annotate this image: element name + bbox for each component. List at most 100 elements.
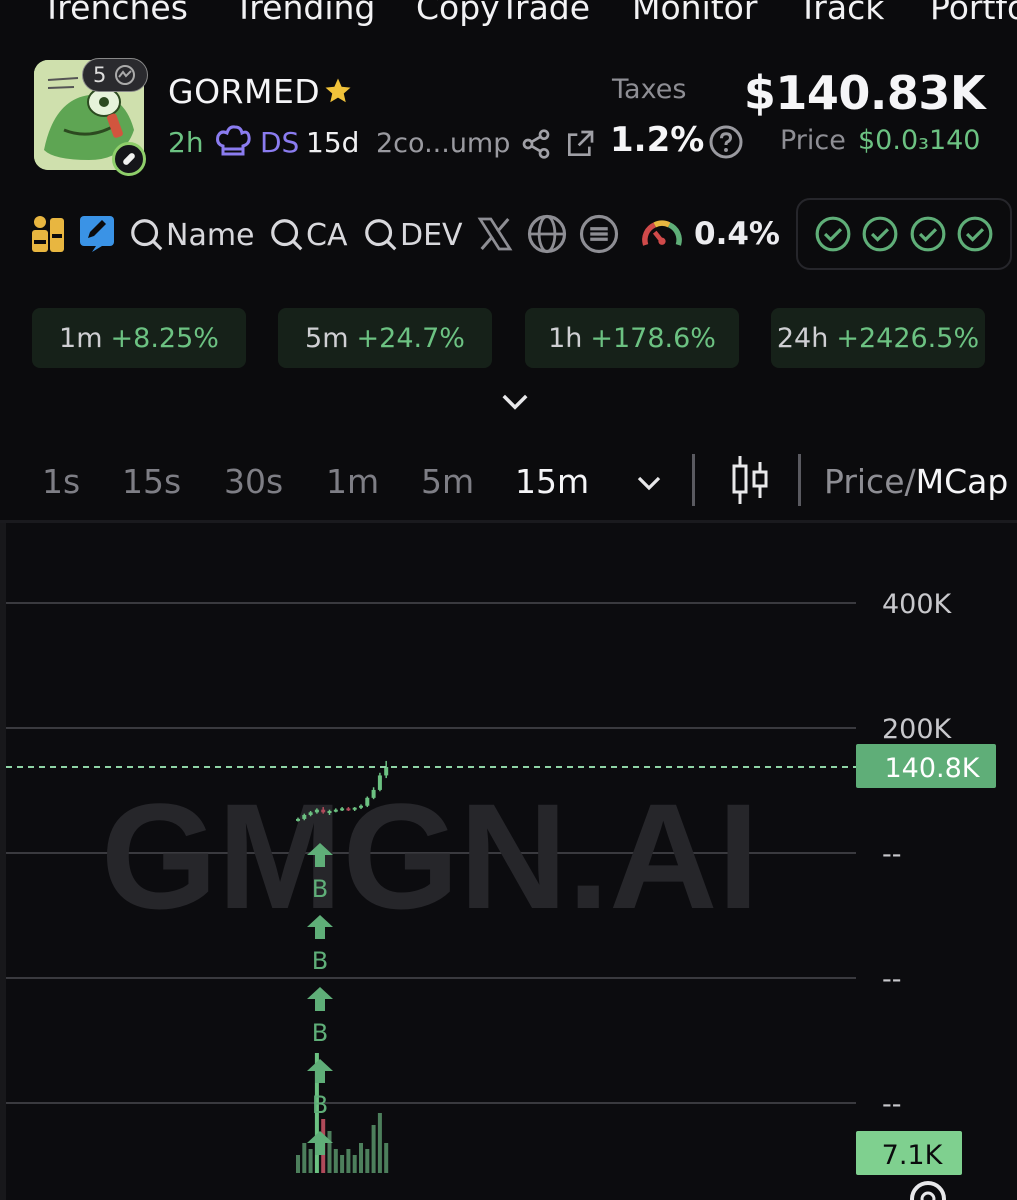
favorite-star-icon[interactable] — [322, 76, 354, 106]
volume-bar — [352, 1155, 357, 1173]
buy-marker-label: B — [312, 1091, 328, 1119]
pill-icon — [123, 153, 135, 165]
nav-portfolio[interactable]: Portfo — [930, 0, 1017, 27]
holders-icon[interactable] — [30, 214, 66, 254]
change-value: +24.7% — [356, 322, 465, 354]
search-dev-button[interactable]: DEV — [362, 214, 463, 256]
top-nav: Trenches Trending CopyTrade Monitor Trac… — [0, 0, 1017, 40]
candle-body — [352, 807, 357, 810]
nav-trending[interactable]: Trending — [234, 0, 375, 27]
volume-bar — [377, 1113, 382, 1173]
buy-marker-label: B — [312, 1019, 328, 1047]
change-card-1h[interactable]: 1h +178.6% — [525, 308, 739, 368]
search-ca-button[interactable]: CA — [268, 214, 347, 256]
price-mcap-toggle[interactable]: Price/MCap — [824, 462, 1008, 501]
volume-value-label: 7.1K — [882, 1140, 944, 1171]
edit-note-icon[interactable] — [78, 214, 116, 254]
search-ca-label: CA — [306, 217, 348, 253]
buy-marker-label: B — [312, 875, 328, 903]
chart-left-edge — [0, 523, 6, 1200]
volume-bar — [340, 1155, 345, 1173]
ds-label: DS — [260, 126, 300, 159]
candle-body — [302, 814, 307, 819]
check-circle-icon — [910, 216, 946, 252]
change-period: 1h — [548, 322, 583, 354]
check-circle-icon — [815, 216, 851, 252]
change-period: 24h — [776, 322, 829, 354]
change-value: +8.25% — [110, 322, 219, 354]
nav-copytrade[interactable]: CopyTrade — [416, 0, 590, 27]
candle-body — [359, 805, 363, 808]
buy-marker-label: B — [312, 947, 328, 975]
candle-body — [333, 809, 338, 812]
search-icon — [271, 219, 303, 251]
candle-body — [340, 808, 345, 811]
search-dev-label: DEV — [400, 217, 463, 253]
interval-1m[interactable]: 1m — [326, 462, 379, 501]
volume-bar — [371, 1125, 376, 1173]
nav-monitor[interactable]: Monitor — [632, 0, 757, 27]
holder-count-badge: 5 — [82, 58, 148, 92]
buy-arrow-icon — [307, 1059, 333, 1083]
candle-body — [327, 811, 332, 814]
nav-trenches[interactable]: Trenches — [42, 0, 188, 27]
solscan-icon[interactable] — [578, 213, 620, 255]
chart-canvas: 400K 200K -- -- -- GMGN.AI B B B B 140.8K 7.1K — [6, 589, 996, 1200]
expand-chevron-icon[interactable] — [500, 388, 530, 414]
volume-bar — [346, 1149, 351, 1173]
contract-address[interactable]: 2co...ump — [376, 128, 510, 159]
x-twitter-icon[interactable] — [474, 214, 516, 254]
help-icon[interactable] — [708, 124, 744, 160]
security-checks[interactable] — [796, 198, 1012, 270]
candle-body — [321, 809, 326, 813]
price-toggle-label: Price/ — [824, 462, 916, 501]
interval-5m[interactable]: 5m — [421, 462, 474, 501]
candle-body — [296, 818, 300, 821]
market-cap: $140.83K — [743, 66, 986, 120]
y-tick-label: -- — [882, 1089, 902, 1120]
external-link-icon[interactable] — [564, 128, 596, 160]
interval-1s[interactable]: 1s — [42, 462, 80, 501]
volume-bar — [359, 1143, 363, 1173]
volume-bar — [333, 1149, 338, 1173]
share-icon[interactable] — [520, 128, 552, 160]
interval-dropdown-icon[interactable] — [634, 470, 664, 496]
nav-track[interactable]: Track — [798, 0, 884, 27]
website-globe-icon[interactable] — [526, 213, 568, 255]
chart-settings-icon[interactable] — [910, 1181, 946, 1200]
candle-body — [365, 797, 370, 806]
interval-15m[interactable]: 15m — [515, 462, 589, 501]
search-icon — [365, 219, 397, 251]
interval-30s[interactable]: 30s — [224, 462, 283, 501]
change-period: 5m — [305, 322, 349, 354]
candle-body — [377, 775, 382, 790]
candle-body — [371, 789, 376, 798]
buy-arrow-icon — [307, 987, 333, 1011]
interval-15s[interactable]: 15s — [122, 462, 181, 501]
change-period: 1m — [59, 322, 103, 354]
divider — [692, 454, 695, 506]
watermark-text: GMGN.AI — [101, 772, 759, 940]
risk-percent: 0.4% — [694, 216, 780, 252]
search-name-button[interactable]: Name — [128, 214, 255, 256]
search-name-label: Name — [166, 217, 255, 253]
price-value: $0.0₃140 — [858, 125, 981, 156]
change-value: +2426.5% — [836, 322, 980, 354]
price-chart[interactable]: 400K 200K -- -- -- GMGN.AI B B B B 140.8K 7.1K — [0, 520, 1017, 1200]
volume-bar — [302, 1143, 307, 1173]
change-card-1m[interactable]: 1m +8.25% — [32, 308, 246, 368]
candle-body — [314, 809, 319, 813]
volume-bar — [296, 1155, 300, 1173]
y-tick-label: -- — [882, 839, 902, 870]
candle-body — [384, 767, 389, 776]
taxes-value: 1.2% — [610, 120, 705, 160]
ds-age: 15d — [306, 126, 360, 159]
change-card-24h[interactable]: 24h +2426.5% — [771, 308, 985, 368]
change-card-5m[interactable]: 5m +24.7% — [278, 308, 492, 368]
price-label: Price — [780, 125, 846, 156]
candlestick-type-icon[interactable] — [728, 454, 772, 506]
taxes-label: Taxes — [612, 74, 687, 105]
search-icon — [131, 219, 163, 251]
candle-body — [346, 808, 351, 811]
mcap-toggle-label: MCap — [915, 462, 1009, 501]
